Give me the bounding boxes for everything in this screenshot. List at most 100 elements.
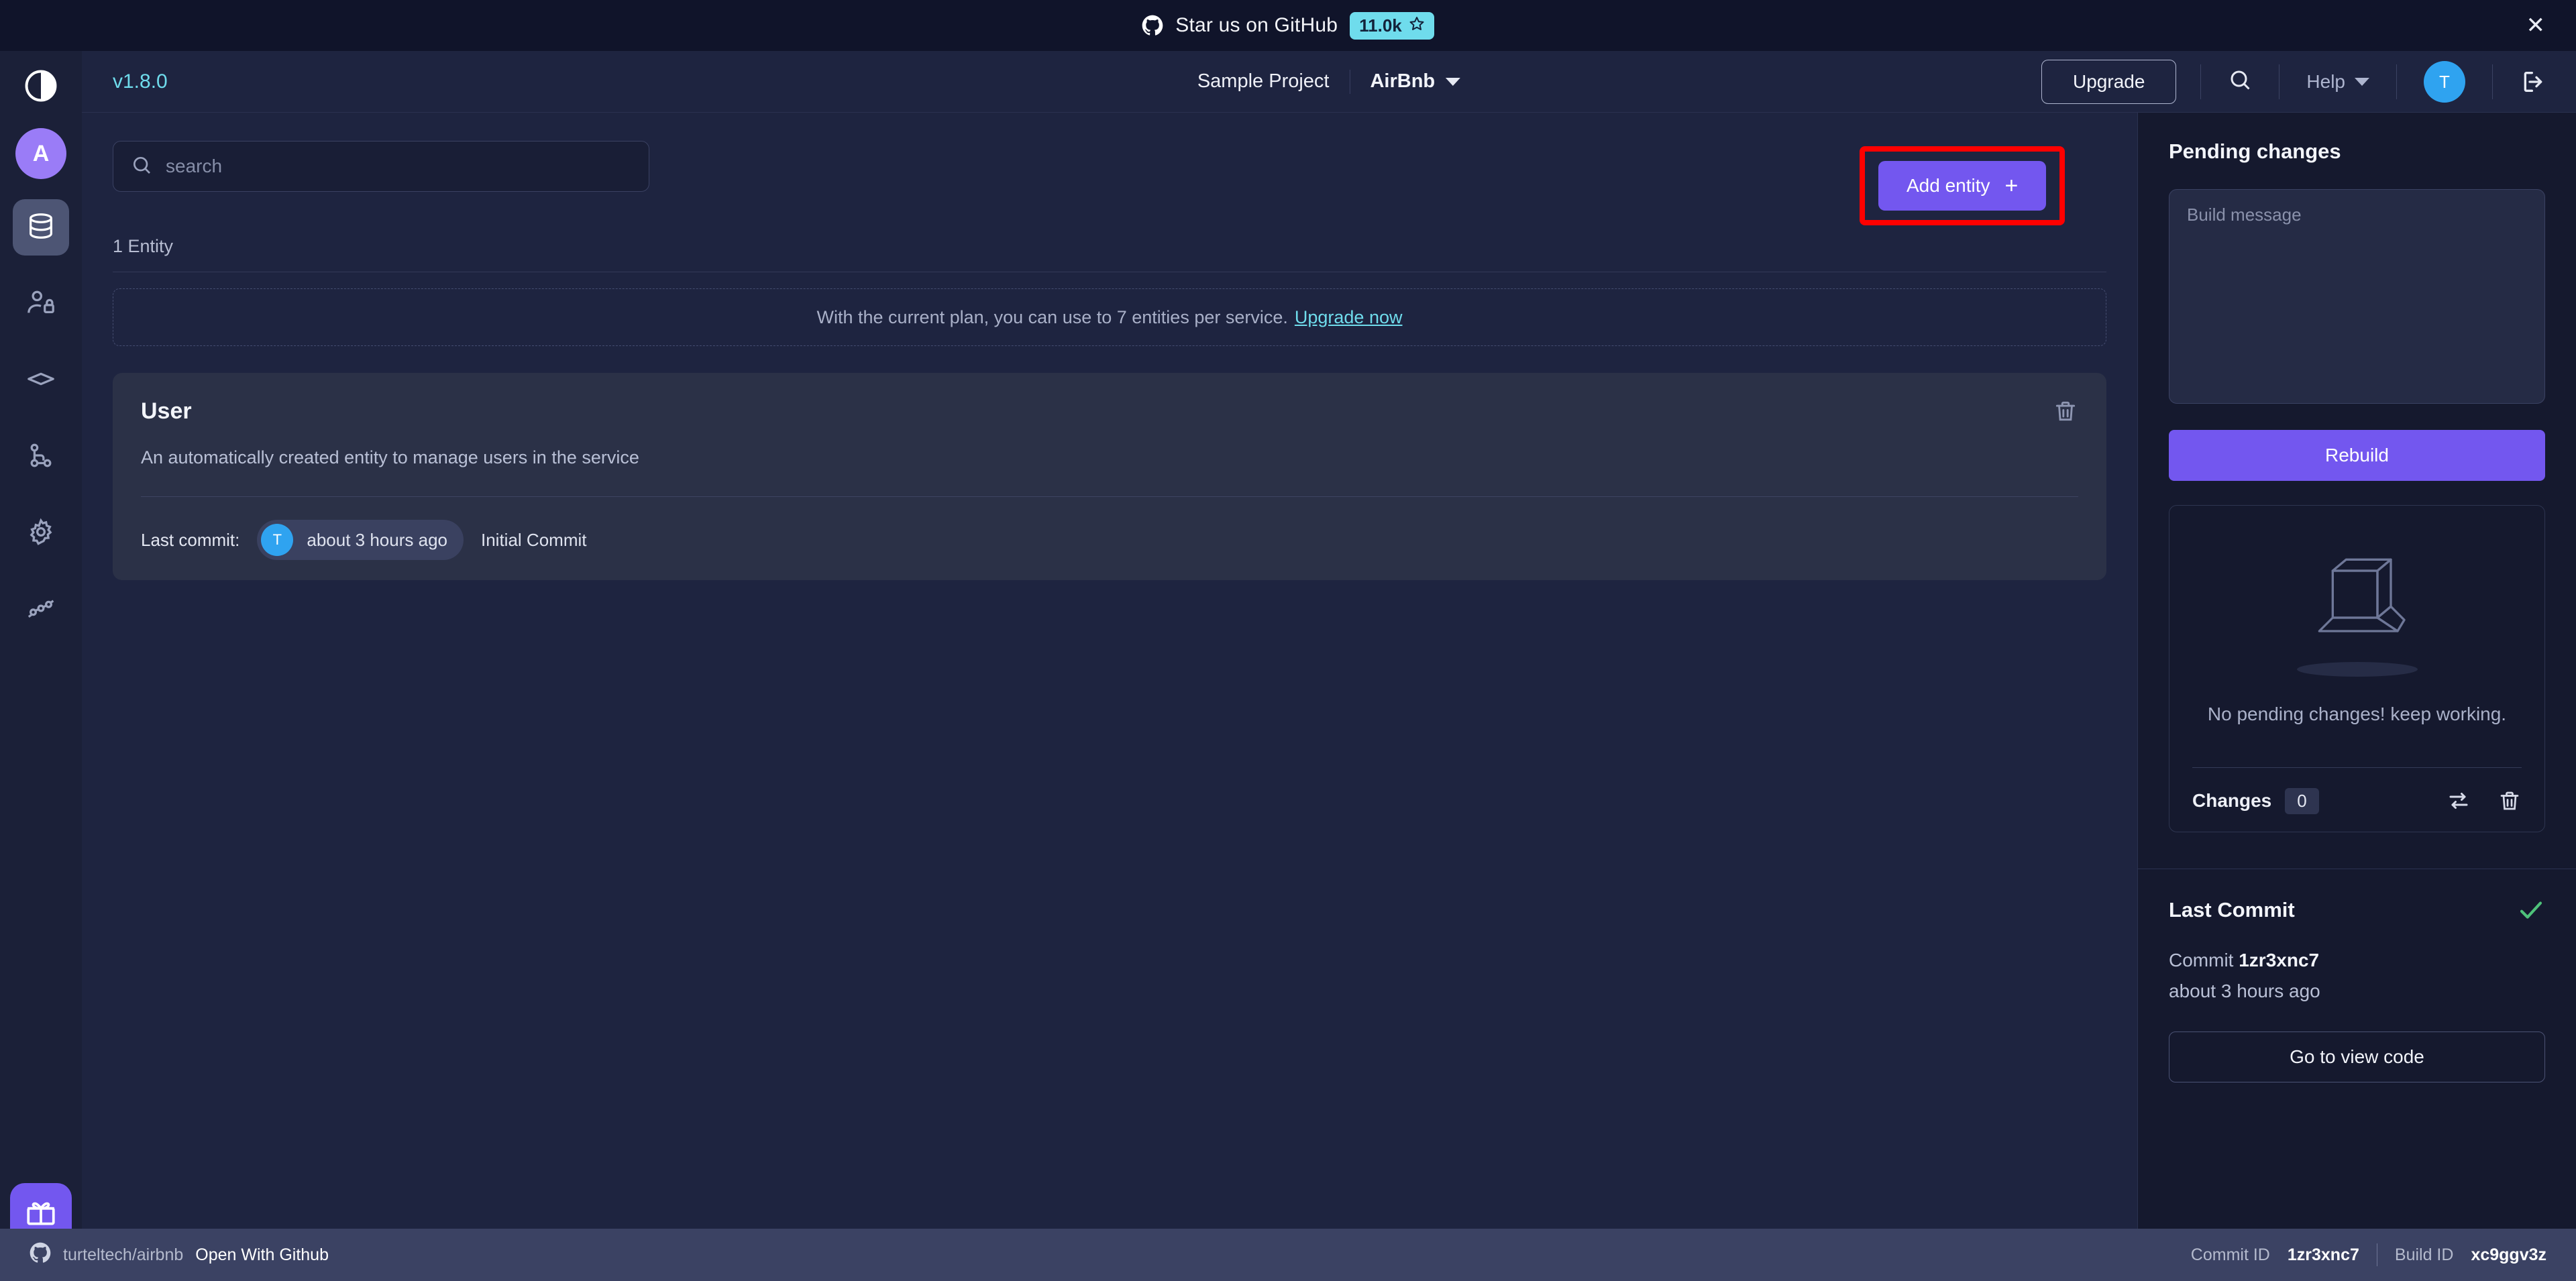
breadcrumb-divider	[1349, 69, 1350, 94]
changes-label: Changes	[2192, 790, 2272, 812]
pending-changes-empty-state: No pending changes! keep working. Change…	[2169, 505, 2545, 832]
gear-icon	[25, 516, 56, 551]
entity-title: User	[141, 398, 192, 424]
commit-author-avatar: T	[261, 524, 294, 556]
header-divider	[2396, 64, 2397, 99]
upgrade-button[interactable]: Upgrade	[2041, 60, 2177, 104]
add-entity-button[interactable]: Add entity +	[1878, 161, 2047, 211]
upgrade-now-link[interactable]: Upgrade now	[1295, 307, 1403, 328]
version-label[interactable]: v1.8.0	[113, 70, 168, 93]
sidebar-item-entities[interactable]	[13, 199, 69, 256]
user-avatar[interactable]: T	[2424, 61, 2465, 103]
entity-count-label: 1 Entity	[113, 236, 174, 256]
right-panel: Pending changes Rebuild No pending chang…	[2137, 113, 2576, 1229]
illustration-shadow	[2296, 662, 2418, 677]
last-commit-id-line: Commit 1zr3xnc7	[2169, 950, 2545, 971]
commit-id: 1zr3xnc7	[2239, 949, 2320, 970]
changes-summary-row: Changes 0	[2192, 787, 2522, 814]
commit-time: about 3 hours ago	[307, 529, 447, 550]
github-promo-banner: Star us on GitHub 11.0k ✕	[0, 0, 2576, 51]
logout-icon	[2520, 68, 2546, 95]
open-with-github-link[interactable]: Open With Github	[195, 1245, 329, 1265]
rebuild-button[interactable]: Rebuild	[2169, 430, 2545, 481]
last-commit-label: Last commit:	[141, 529, 240, 550]
service-selector[interactable]: AirBnb	[1370, 70, 1461, 93]
status-commit-id: 1zr3xnc7	[2287, 1245, 2359, 1264]
commit-label: Commit	[2169, 949, 2234, 970]
github-icon	[1142, 15, 1163, 36]
github-promo-content[interactable]: Star us on GitHub 11.0k	[1142, 11, 1434, 40]
entity-description: An automatically created entity to manag…	[141, 447, 639, 467]
last-commit-section: Last Commit Commit 1zr3xnc7 about 3 hour…	[2138, 869, 2576, 1082]
sidebar-item-plugins[interactable]	[13, 352, 69, 408]
user-lock-icon	[25, 287, 56, 321]
database-icon	[25, 211, 56, 245]
plan-limit-text: With the current plan, you can use to 7 …	[816, 307, 1288, 327]
help-label: Help	[2306, 71, 2345, 92]
star-icon	[1409, 15, 1425, 36]
compare-arrows-icon[interactable]	[2447, 789, 2471, 813]
project-name[interactable]: Sample Project	[1197, 70, 1330, 93]
delete-entity-button[interactable]	[2053, 398, 2078, 424]
add-entity-highlight: Add entity +	[1860, 146, 2065, 225]
sidebar-nav	[13, 199, 69, 638]
entity-search[interactable]	[113, 141, 649, 192]
left-sidebar: A	[0, 51, 82, 1281]
search-icon	[2228, 68, 2252, 97]
trash-icon	[2053, 398, 2078, 424]
top-header: v1.8.0 Sample Project AirBnb Upgrade Hel…	[82, 51, 2576, 113]
entity-commit-footer: Last commit: T about 3 hours ago Initial…	[141, 520, 2078, 560]
status-ids-group: Commit ID 1zr3xnc7 Build ID xc9ggv3z	[2191, 1243, 2546, 1266]
service-name: AirBnb	[1370, 70, 1436, 92]
empty-state-text: No pending changes! keep working.	[2207, 704, 2507, 724]
commit-id-label: Commit ID	[2190, 1245, 2270, 1264]
star-count: 11.0k	[1359, 15, 1402, 36]
commit-message: Initial Commit	[481, 529, 587, 550]
discard-changes-trash-icon[interactable]	[2498, 789, 2522, 813]
plus-icon: +	[2004, 173, 2019, 199]
close-icon[interactable]: ✕	[2526, 14, 2546, 37]
diamond-icon	[25, 364, 56, 398]
pending-changes-section: Pending changes Rebuild No pending chang…	[2138, 113, 2576, 832]
empty-state-divider	[2192, 767, 2522, 768]
header-search-button[interactable]	[2201, 68, 2279, 97]
commit-time-pill: T about 3 hours ago	[257, 520, 464, 560]
header-actions: Upgrade Help T	[2041, 51, 2576, 113]
status-bar: turteltech/airbnb Open With Github Commi…	[0, 1229, 2576, 1281]
changes-count-badge: 0	[2285, 787, 2319, 814]
entity-card-divider	[141, 496, 2078, 497]
changes-actions	[2447, 789, 2522, 813]
last-commit-header: Last Commit	[2169, 896, 2545, 924]
open-box-icon	[2290, 541, 2424, 658]
build-message-input[interactable]	[2169, 189, 2545, 404]
pending-changes-title: Pending changes	[2169, 140, 2341, 163]
help-menu[interactable]: Help	[2279, 71, 2396, 93]
sidebar-item-roles[interactable]	[13, 276, 69, 332]
last-commit-title: Last Commit	[2169, 897, 2295, 922]
workspace-avatar[interactable]: A	[15, 128, 66, 179]
chevron-down-icon	[2355, 78, 2369, 86]
plan-limit-banner: With the current plan, you can use to 7 …	[113, 288, 2106, 346]
sidebar-item-settings[interactable]	[13, 505, 69, 561]
search-input[interactable]	[166, 156, 631, 177]
add-entity-label: Add entity	[1907, 175, 1990, 196]
logout-button[interactable]	[2493, 68, 2576, 95]
github-star-badge[interactable]: 11.0k	[1350, 11, 1434, 40]
app-logo-icon[interactable]	[22, 67, 60, 108]
github-icon	[30, 1242, 51, 1268]
sidebar-item-connections[interactable]	[13, 581, 69, 638]
git-branch-icon	[25, 440, 56, 474]
app-root: Star us on GitHub 11.0k ✕ A v1.8.0 Sampl…	[0, 0, 2576, 1281]
status-repo-group[interactable]: turteltech/airbnb Open With Github	[30, 1242, 329, 1268]
chevron-down-icon	[1446, 77, 1461, 86]
search-icon	[131, 154, 152, 179]
gift-icon	[24, 1196, 58, 1233]
header-breadcrumb: Sample Project AirBnb	[1197, 69, 1461, 94]
api-link-icon	[25, 593, 56, 627]
promo-text: Star us on GitHub	[1175, 14, 1338, 36]
entity-card-user[interactable]: User An automatically created entity to …	[113, 373, 2106, 580]
repo-name: turteltech/airbnb	[63, 1245, 184, 1264]
go-to-view-code-button[interactable]: Go to view code	[2169, 1031, 2545, 1082]
check-icon	[2517, 896, 2545, 924]
sidebar-item-commits[interactable]	[13, 429, 69, 485]
